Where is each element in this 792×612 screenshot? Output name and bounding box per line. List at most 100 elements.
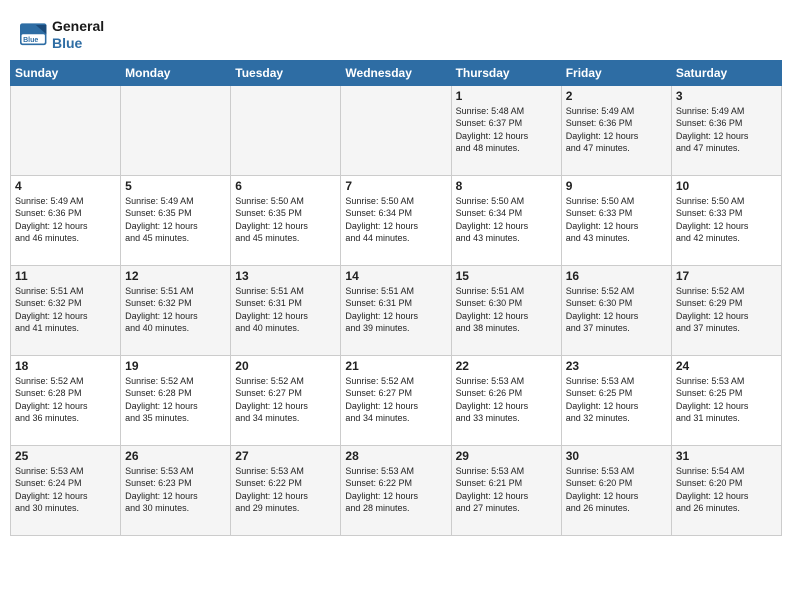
calendar-cell: 17 Sunrise: 5:52 AM Sunset: 6:29 PM Dayli… [671, 265, 781, 355]
day-number: 9 [566, 179, 667, 193]
cell-content: Sunrise: 5:49 AM Sunset: 6:36 PM Dayligh… [676, 105, 777, 155]
day-number: 25 [15, 449, 116, 463]
day-number: 24 [676, 359, 777, 373]
calendar-cell [11, 85, 121, 175]
cell-content: Sunrise: 5:51 AM Sunset: 6:32 PM Dayligh… [15, 285, 116, 335]
calendar-cell: 14 Sunrise: 5:51 AM Sunset: 6:31 PM Dayli… [341, 265, 451, 355]
day-number: 20 [235, 359, 336, 373]
calendar-cell: 29Sunrise: 5:53 AM Sunset: 6:21 PM Dayli… [451, 445, 561, 535]
day-number: 15 [456, 269, 557, 283]
day-number: 29 [456, 449, 557, 463]
day-number: 22 [456, 359, 557, 373]
calendar-cell: 13 Sunrise: 5:51 AM Sunset: 6:31 PM Dayli… [231, 265, 341, 355]
cell-content: Sunrise: 5:53 AM Sunset: 6:25 PM Dayligh… [566, 375, 667, 425]
calendar-cell: 15 Sunrise: 5:51 AM Sunset: 6:30 PM Dayli… [451, 265, 561, 355]
calendar-week-5: 25 Sunrise: 5:53 AM Sunset: 6:24 PM Dayli… [11, 445, 782, 535]
day-number: 18 [15, 359, 116, 373]
calendar-body: 1Sunrise: 5:48 AM Sunset: 6:37 PM Daylig… [11, 85, 782, 535]
day-number: 3 [676, 89, 777, 103]
calendar-cell [231, 85, 341, 175]
cell-content: Sunrise: 5:53 AM Sunset: 6:25 PM Dayligh… [676, 375, 777, 425]
logo-icon: Blue [20, 23, 48, 47]
calendar-cell: 21 Sunrise: 5:52 AM Sunset: 6:27 PM Dayli… [341, 355, 451, 445]
page-header: Blue General Blue [10, 10, 782, 56]
calendar-cell: 2 Sunrise: 5:49 AM Sunset: 6:36 PM Daylig… [561, 85, 671, 175]
day-number: 30 [566, 449, 667, 463]
cell-content: Sunrise: 5:50 AM Sunset: 6:34 PM Dayligh… [345, 195, 446, 245]
calendar-cell: 5Sunrise: 5:49 AM Sunset: 6:35 PM Daylig… [121, 175, 231, 265]
weekday-header-saturday: Saturday [671, 60, 781, 85]
cell-content: Sunrise: 5:50 AM Sunset: 6:33 PM Dayligh… [566, 195, 667, 245]
day-number: 21 [345, 359, 446, 373]
cell-content: Sunrise: 5:51 AM Sunset: 6:30 PM Dayligh… [456, 285, 557, 335]
calendar-cell: 16Sunrise: 5:52 AM Sunset: 6:30 PM Dayli… [561, 265, 671, 355]
calendar-cell: 9 Sunrise: 5:50 AM Sunset: 6:33 PM Daylig… [561, 175, 671, 265]
calendar-cell: 28Sunrise: 5:53 AM Sunset: 6:22 PM Dayli… [341, 445, 451, 535]
calendar-week-1: 1Sunrise: 5:48 AM Sunset: 6:37 PM Daylig… [11, 85, 782, 175]
calendar-cell: 11 Sunrise: 5:51 AM Sunset: 6:32 PM Dayli… [11, 265, 121, 355]
day-number: 23 [566, 359, 667, 373]
logo: Blue General Blue [20, 18, 104, 52]
day-number: 7 [345, 179, 446, 193]
cell-content: Sunrise: 5:49 AM Sunset: 6:36 PM Dayligh… [15, 195, 116, 245]
day-number: 14 [345, 269, 446, 283]
cell-content: Sunrise: 5:51 AM Sunset: 6:32 PM Dayligh… [125, 285, 226, 335]
weekday-header-tuesday: Tuesday [231, 60, 341, 85]
calendar-cell: 23 Sunrise: 5:53 AM Sunset: 6:25 PM Dayli… [561, 355, 671, 445]
cell-content: Sunrise: 5:52 AM Sunset: 6:30 PM Dayligh… [566, 285, 667, 335]
calendar-week-3: 11 Sunrise: 5:51 AM Sunset: 6:32 PM Dayli… [11, 265, 782, 355]
day-number: 17 [676, 269, 777, 283]
calendar-cell: 30 Sunrise: 5:53 AM Sunset: 6:20 PM Dayli… [561, 445, 671, 535]
calendar-cell: 8 Sunrise: 5:50 AM Sunset: 6:34 PM Daylig… [451, 175, 561, 265]
day-number: 2 [566, 89, 667, 103]
weekday-header-thursday: Thursday [451, 60, 561, 85]
day-number: 26 [125, 449, 226, 463]
cell-content: Sunrise: 5:50 AM Sunset: 6:35 PM Dayligh… [235, 195, 336, 245]
cell-content: Sunrise: 5:52 AM Sunset: 6:29 PM Dayligh… [676, 285, 777, 335]
cell-content: Sunrise: 5:49 AM Sunset: 6:35 PM Dayligh… [125, 195, 226, 245]
day-number: 4 [15, 179, 116, 193]
cell-content: Sunrise: 5:53 AM Sunset: 6:20 PM Dayligh… [566, 465, 667, 515]
cell-content: Sunrise: 5:52 AM Sunset: 6:28 PM Dayligh… [125, 375, 226, 425]
calendar-cell: 24 Sunrise: 5:53 AM Sunset: 6:25 PM Dayli… [671, 355, 781, 445]
cell-content: Sunrise: 5:52 AM Sunset: 6:27 PM Dayligh… [235, 375, 336, 425]
cell-content: Sunrise: 5:53 AM Sunset: 6:24 PM Dayligh… [15, 465, 116, 515]
calendar-cell: 6 Sunrise: 5:50 AM Sunset: 6:35 PM Daylig… [231, 175, 341, 265]
cell-content: Sunrise: 5:52 AM Sunset: 6:27 PM Dayligh… [345, 375, 446, 425]
calendar-cell: 27 Sunrise: 5:53 AM Sunset: 6:22 PM Dayli… [231, 445, 341, 535]
cell-content: Sunrise: 5:53 AM Sunset: 6:23 PM Dayligh… [125, 465, 226, 515]
cell-content: Sunrise: 5:53 AM Sunset: 6:22 PM Dayligh… [345, 465, 446, 515]
calendar-cell: 3 Sunrise: 5:49 AM Sunset: 6:36 PM Daylig… [671, 85, 781, 175]
calendar-cell: 31 Sunrise: 5:54 AM Sunset: 6:20 PM Dayli… [671, 445, 781, 535]
cell-content: Sunrise: 5:51 AM Sunset: 6:31 PM Dayligh… [345, 285, 446, 335]
svg-text:Blue: Blue [23, 37, 38, 44]
weekday-header-friday: Friday [561, 60, 671, 85]
day-number: 31 [676, 449, 777, 463]
day-number: 6 [235, 179, 336, 193]
weekday-header-row: SundayMondayTuesdayWednesdayThursdayFrid… [11, 60, 782, 85]
weekday-header-monday: Monday [121, 60, 231, 85]
weekday-header-sunday: Sunday [11, 60, 121, 85]
calendar-cell: 4 Sunrise: 5:49 AM Sunset: 6:36 PM Daylig… [11, 175, 121, 265]
calendar-cell: 10 Sunrise: 5:50 AM Sunset: 6:33 PM Dayli… [671, 175, 781, 265]
day-number: 27 [235, 449, 336, 463]
calendar-cell: 18Sunrise: 5:52 AM Sunset: 6:28 PM Dayli… [11, 355, 121, 445]
cell-content: Sunrise: 5:50 AM Sunset: 6:33 PM Dayligh… [676, 195, 777, 245]
cell-content: Sunrise: 5:51 AM Sunset: 6:31 PM Dayligh… [235, 285, 336, 335]
day-number: 19 [125, 359, 226, 373]
cell-content: Sunrise: 5:50 AM Sunset: 6:34 PM Dayligh… [456, 195, 557, 245]
cell-content: Sunrise: 5:54 AM Sunset: 6:20 PM Dayligh… [676, 465, 777, 515]
calendar-week-2: 4 Sunrise: 5:49 AM Sunset: 6:36 PM Daylig… [11, 175, 782, 265]
day-number: 8 [456, 179, 557, 193]
cell-content: Sunrise: 5:49 AM Sunset: 6:36 PM Dayligh… [566, 105, 667, 155]
calendar-cell: 25 Sunrise: 5:53 AM Sunset: 6:24 PM Dayli… [11, 445, 121, 535]
day-number: 10 [676, 179, 777, 193]
calendar-cell: 19 Sunrise: 5:52 AM Sunset: 6:28 PM Dayli… [121, 355, 231, 445]
day-number: 1 [456, 89, 557, 103]
day-number: 13 [235, 269, 336, 283]
cell-content: Sunrise: 5:53 AM Sunset: 6:22 PM Dayligh… [235, 465, 336, 515]
calendar-cell: 7 Sunrise: 5:50 AM Sunset: 6:34 PM Daylig… [341, 175, 451, 265]
calendar-header: SundayMondayTuesdayWednesdayThursdayFrid… [11, 60, 782, 85]
day-number: 11 [15, 269, 116, 283]
calendar-cell: 20 Sunrise: 5:52 AM Sunset: 6:27 PM Dayli… [231, 355, 341, 445]
